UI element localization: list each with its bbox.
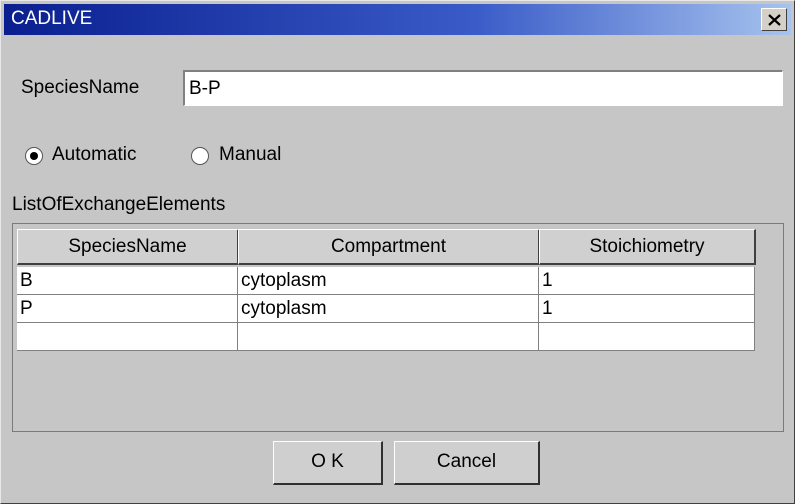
close-button[interactable]: [761, 8, 787, 31]
radio-automatic-label[interactable]: Automatic: [52, 144, 136, 166]
table-cell[interactable]: [539, 323, 755, 351]
exchange-table[interactable]: SpeciesName Compartment Stoichiometry B …: [12, 223, 784, 432]
species-name-input[interactable]: [183, 70, 783, 106]
table-cell[interactable]: [17, 323, 238, 351]
column-header-compartment[interactable]: Compartment: [238, 229, 540, 265]
radio-automatic[interactable]: [25, 147, 43, 165]
table-cell[interactable]: cytoplasm: [238, 295, 539, 323]
column-header-stoichiometry[interactable]: Stoichiometry: [539, 229, 756, 265]
table-cell[interactable]: 1: [539, 267, 755, 295]
dialog-window: CADLIVE SpeciesName Automatic Manual Lis…: [0, 0, 795, 504]
radio-manual-label[interactable]: Manual: [219, 144, 281, 166]
table-cell[interactable]: 1: [539, 295, 755, 323]
radio-manual[interactable]: [191, 147, 209, 165]
ok-button[interactable]: O K: [273, 441, 383, 485]
exchange-list-label: ListOfExchangeElements: [12, 194, 226, 215]
cancel-button[interactable]: Cancel: [394, 441, 540, 485]
window-title: CADLIVE: [11, 8, 93, 29]
title-bar[interactable]: CADLIVE: [4, 4, 791, 35]
table-cell[interactable]: B: [17, 267, 238, 295]
table-cell[interactable]: cytoplasm: [238, 267, 539, 295]
column-header-species[interactable]: SpeciesName: [17, 229, 239, 265]
close-icon: [768, 14, 781, 26]
species-name-label: SpeciesName: [21, 77, 140, 98]
table-cell[interactable]: P: [17, 295, 238, 323]
radio-selected-dot: [30, 152, 38, 160]
table-cell[interactable]: [238, 323, 539, 351]
